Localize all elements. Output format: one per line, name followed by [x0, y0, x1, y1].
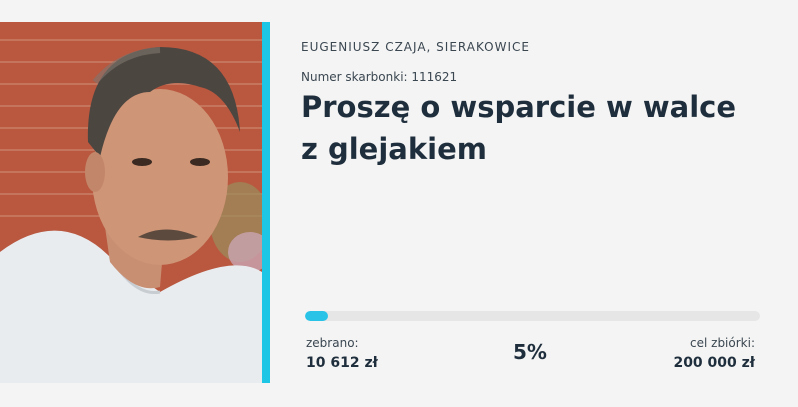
collected-label: zebrano: — [306, 336, 359, 350]
piggy-bank-number: Numer skarbonki: 111621 — [301, 70, 458, 84]
goal-label: cel zbiórki: — [690, 336, 755, 350]
progress-bar — [305, 311, 760, 321]
fundraiser-card[interactable]: EUGENIUSZ CZAJA, SIERAKOWICE Numer skarb… — [0, 0, 798, 407]
goal-amount: 200 000 zł — [673, 355, 755, 371]
collected-amount: 10 612 zł — [306, 355, 378, 371]
portrait-photo-icon — [0, 22, 270, 383]
photo-accent-strip — [262, 22, 270, 383]
progress-percent: 5% — [513, 340, 547, 364]
fundraiser-title[interactable]: Proszę o wsparcie w walce z glejakiem — [301, 86, 741, 170]
progress-bar-fill — [305, 311, 328, 321]
fundraiser-info: EUGENIUSZ CZAJA, SIERAKOWICE Numer skarb… — [301, 0, 761, 407]
author-location[interactable]: EUGENIUSZ CZAJA, SIERAKOWICE — [301, 40, 530, 54]
fundraiser-photo[interactable] — [0, 22, 270, 383]
